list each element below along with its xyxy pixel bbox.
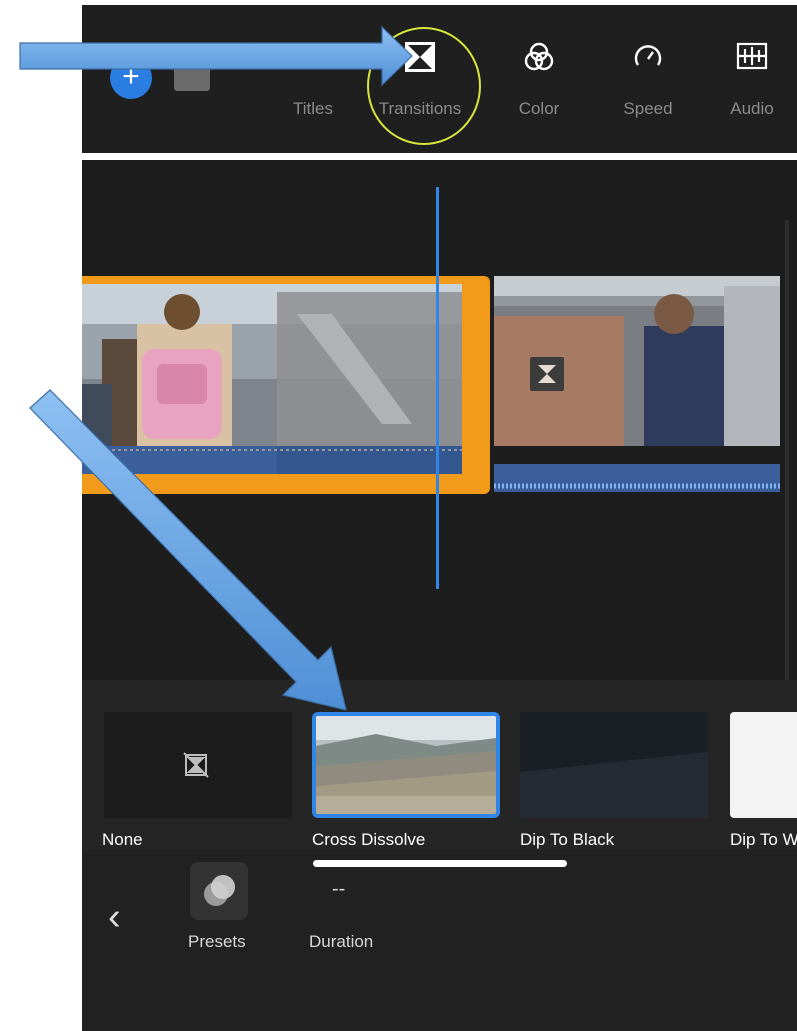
playhead[interactable] (436, 187, 439, 589)
presets-icon (204, 875, 235, 906)
home-indicator[interactable] (313, 860, 567, 867)
clip-thumbnail (82, 284, 462, 446)
audio-icon (736, 41, 768, 76)
transition-marker-icon[interactable] (530, 357, 564, 391)
preset-none[interactable] (104, 712, 292, 818)
preset-label: Dip To W (730, 830, 797, 849)
duration-label: Duration (309, 932, 374, 951)
transition-options: ‹ Presets -- Duration (82, 850, 797, 1031)
speed-icon (632, 41, 664, 78)
tool-label: Titles (293, 99, 333, 118)
back-button[interactable]: ‹ (108, 896, 121, 939)
audio-waveform (82, 446, 462, 474)
scrollbar[interactable] (785, 220, 789, 760)
color-icon (523, 41, 555, 78)
tool-label: Audio (730, 99, 774, 118)
preset-thumbnail (316, 716, 496, 814)
preset-label: None (102, 830, 143, 849)
tool-label: Speed (623, 99, 673, 118)
preset-label: Dip To Black (520, 830, 615, 849)
tool-audio[interactable]: Audio (707, 5, 797, 153)
tool-titles[interactable]: Titles (268, 5, 358, 153)
preset-cross-dissolve[interactable] (312, 712, 500, 818)
tool-label: Color (518, 99, 560, 118)
timeline-clip-selected[interactable] (82, 276, 490, 494)
media-browser-button[interactable] (174, 65, 210, 91)
transition-picker: None Cross Dissolve Dip To Black Dip To … (82, 680, 797, 850)
tool-speed[interactable]: Speed (603, 5, 693, 153)
tool-color[interactable]: Color (494, 5, 584, 153)
editor-panel: None Cross Dissolve Dip To Black Dip To … (82, 160, 797, 1031)
titles-icon (298, 41, 328, 76)
presets-label: Presets (188, 932, 246, 951)
timeline[interactable] (82, 160, 797, 760)
tool-bar: + Titles Transitions Color Speed Audio (82, 5, 797, 153)
audio-waveform (494, 464, 780, 492)
preset-label: Cross Dissolve (312, 830, 426, 849)
no-transition-icon (183, 752, 209, 778)
presets-button[interactable] (190, 862, 248, 920)
add-media-button[interactable]: + (110, 57, 152, 99)
preset-dip-to-black[interactable] (520, 712, 708, 818)
preset-dip-to-white[interactable] (730, 712, 797, 818)
duration-value[interactable]: -- (332, 878, 345, 901)
preset-thumbnail (520, 712, 708, 818)
highlight-circle (367, 27, 481, 145)
